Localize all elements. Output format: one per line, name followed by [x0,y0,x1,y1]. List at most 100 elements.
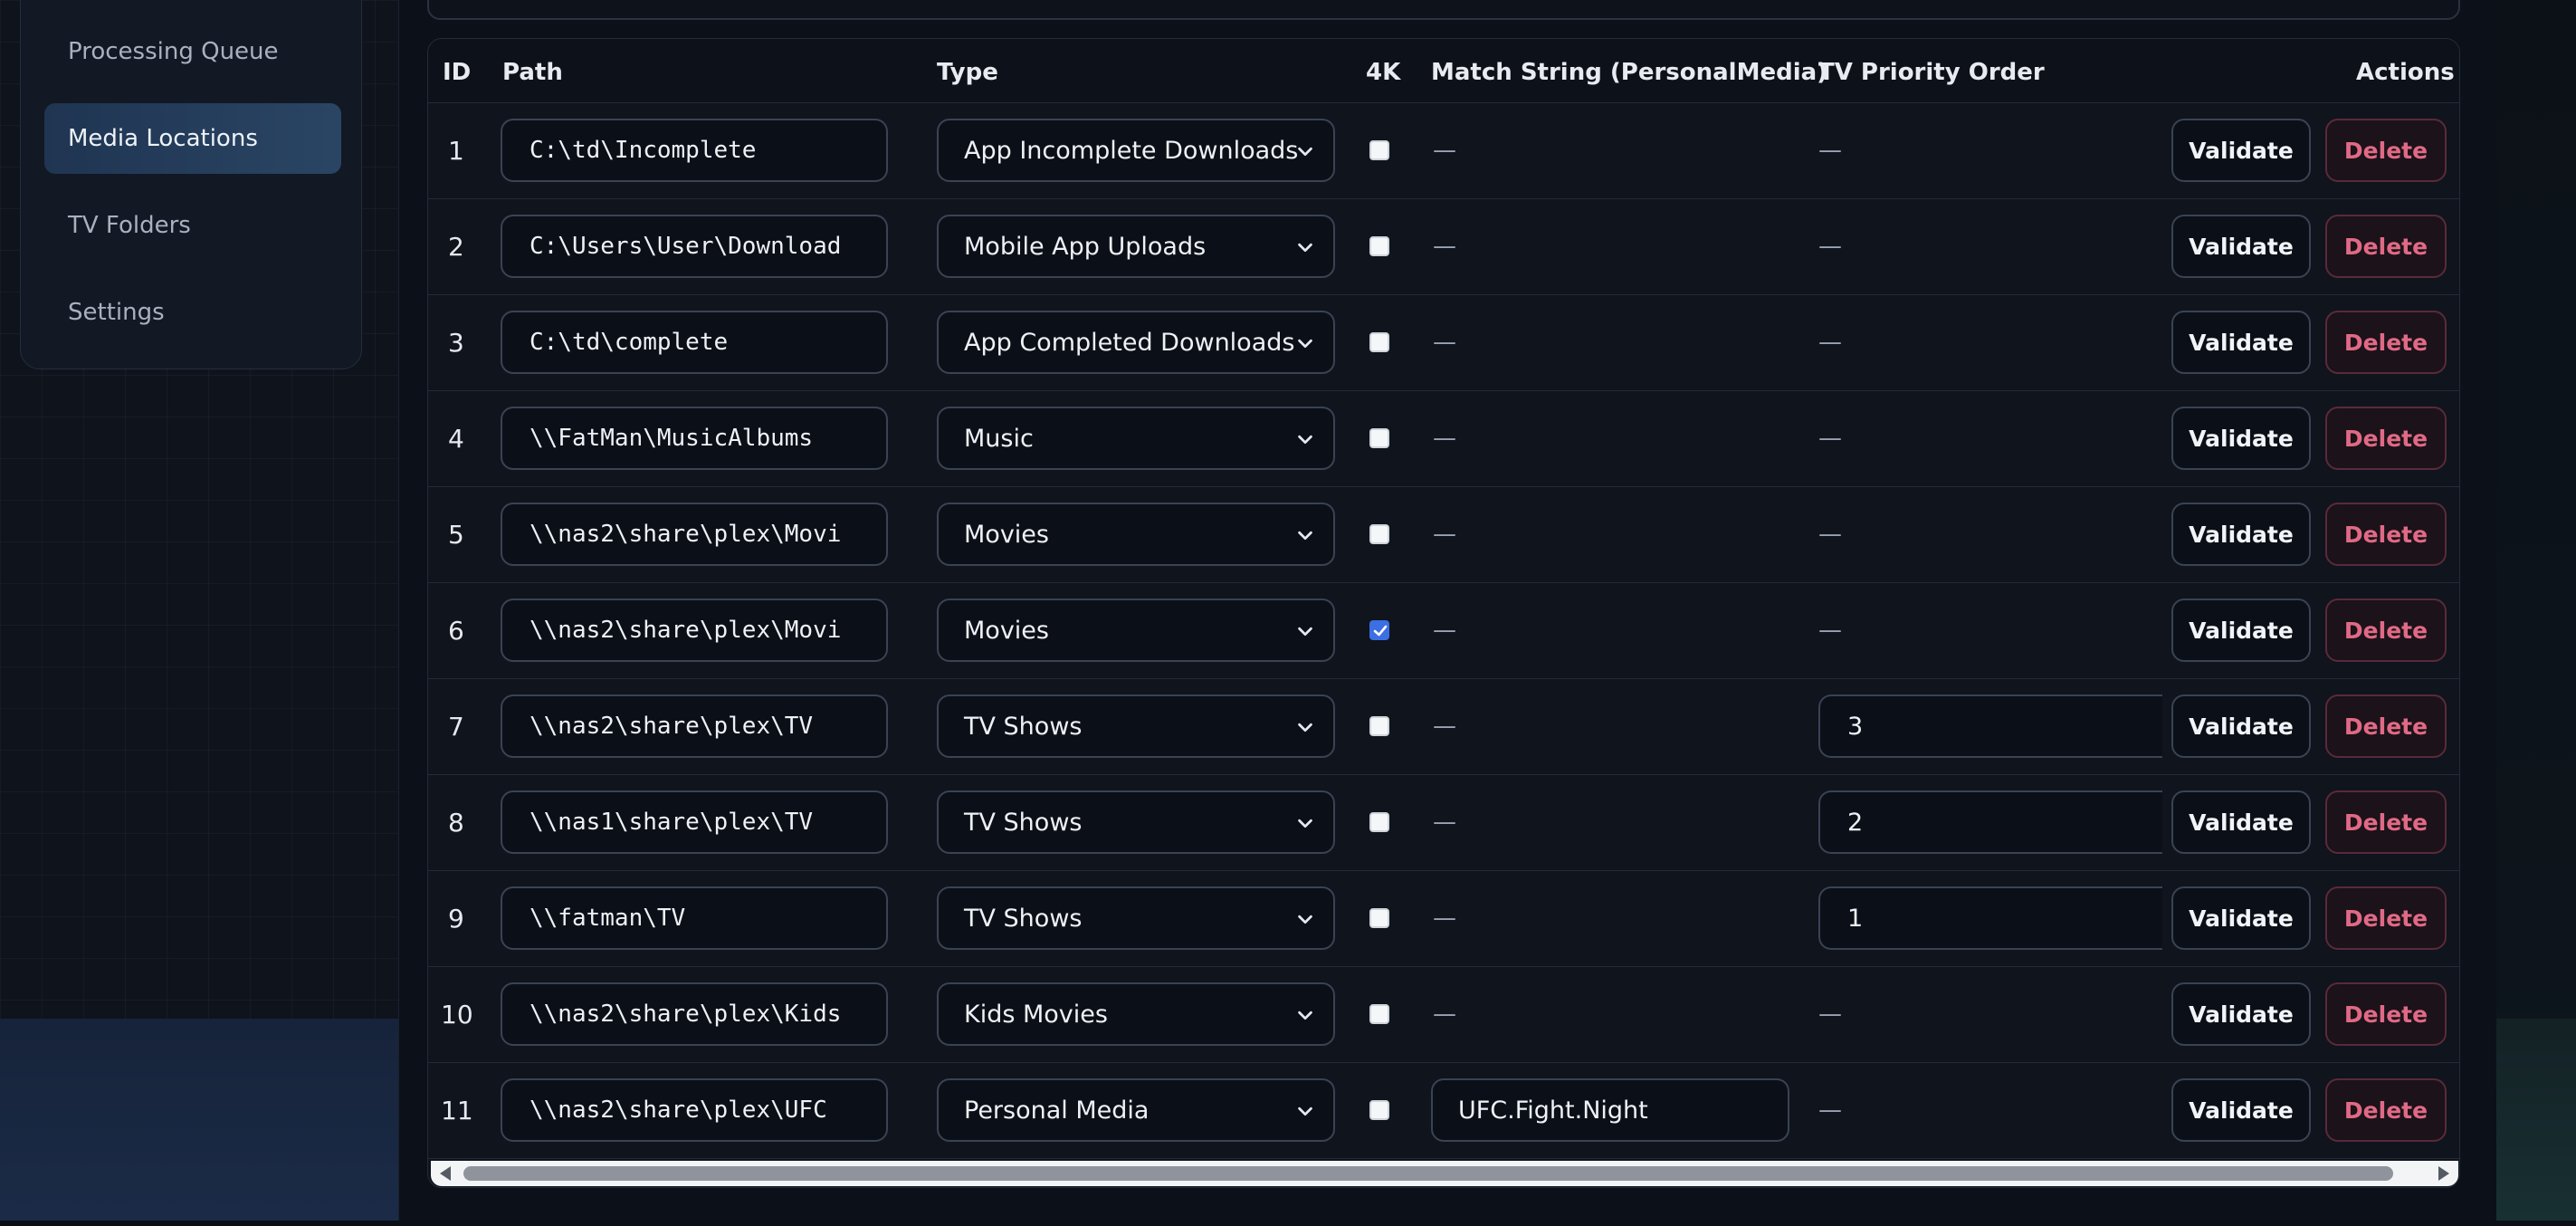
validate-label: Validate [2189,137,2294,164]
delete-button[interactable]: Delete [2325,1078,2447,1142]
type-select[interactable]: Movies [937,503,1335,566]
footer-tip [427,1208,1785,1226]
row-id: 10 [441,999,473,1030]
4k-checkbox[interactable] [1369,524,1389,544]
tv-priority-empty: — [1818,233,1842,260]
path-value: \\FatMan\MusicAlbums [530,425,814,452]
path-input[interactable]: C:\Users\User\Download [501,215,888,278]
type-select[interactable]: Kids Movies [937,982,1335,1046]
path-input[interactable]: \\fatman\TV [501,886,888,950]
type-select[interactable]: Personal Media [937,1078,1335,1142]
type-select[interactable]: Music [937,407,1335,470]
delete-button[interactable]: Delete [2325,694,2447,758]
delete-button[interactable]: Delete [2325,119,2447,182]
path-input[interactable]: \\nas1\share\plex\TV [501,790,888,854]
4k-checkbox[interactable] [1369,140,1389,160]
sidebar-item-processing-queue[interactable]: Processing Queue [44,16,341,87]
type-select[interactable]: App Completed Downloads [937,311,1335,374]
path-input[interactable]: \\FatMan\MusicAlbums [501,407,888,470]
header-match-string: Match String (PersonalMedia) [1431,59,1828,86]
path-input[interactable]: C:\td\complete [501,311,888,374]
delete-button[interactable]: Delete [2325,790,2447,854]
delete-button[interactable]: Delete [2325,503,2447,566]
validate-button[interactable]: Validate [2171,215,2311,278]
path-input[interactable]: \\nas2\share\plex\UFC [501,1078,888,1142]
type-select[interactable]: Mobile App Uploads [937,215,1335,278]
4k-checkbox[interactable] [1369,716,1389,736]
type-value: Movies [964,520,1049,549]
path-input[interactable]: \\nas2\share\plex\Movi [501,599,888,662]
4k-checkbox[interactable] [1369,620,1389,640]
table-row: 5 \\nas2\share\plex\Movi Movies — — Validate D… [428,486,2459,583]
validate-button[interactable]: Validate [2171,503,2311,566]
tv-priority-input[interactable]: 1 [1818,886,2162,950]
delete-button[interactable]: Delete [2325,311,2447,374]
validate-button[interactable]: Validate [2171,1078,2311,1142]
background-band-right [2496,1019,2576,1221]
scroll-right-icon[interactable] [2438,1166,2449,1181]
horizontal-scrollbar[interactable] [431,1161,2458,1186]
validate-label: Validate [2189,905,2294,932]
header-actions: Actions [2356,59,2455,86]
validate-button[interactable]: Validate [2171,886,2311,950]
delete-button[interactable]: Delete [2325,215,2447,278]
table-row: 3 C:\td\complete App Completed Downloads — —… [428,294,2459,391]
match-string-input[interactable]: UFC.Fight.Night [1431,1078,1789,1142]
chevron-down-icon [1298,627,1312,637]
header-path: Path [502,59,563,86]
table-row: 4 \\FatMan\MusicAlbums Music — — Validate Dele… [428,390,2459,487]
4k-checkbox[interactable] [1369,812,1389,832]
validate-button[interactable]: Validate [2171,599,2311,662]
delete-label: Delete [2343,1001,2428,1028]
validate-label: Validate [2189,1097,2294,1124]
scroll-left-icon[interactable] [440,1166,451,1181]
sidebar-item-media-locations[interactable]: Media Locations [44,103,341,174]
4k-checkbox[interactable] [1369,1100,1389,1120]
match-string-empty: — [1433,521,1456,548]
tv-priority-input[interactable]: 3 [1818,694,2162,758]
validate-label: Validate [2189,329,2294,356]
validate-button[interactable]: Validate [2171,407,2311,470]
tv-priority-empty: — [1818,329,1842,356]
path-input[interactable]: \\nas2\share\plex\TV [501,694,888,758]
validate-label: Validate [2189,1001,2294,1028]
4k-checkbox[interactable] [1369,1004,1389,1024]
4k-checkbox[interactable] [1369,332,1389,352]
delete-button[interactable]: Delete [2325,982,2447,1046]
type-select[interactable]: TV Shows [937,790,1335,854]
sidebar-item-tv-folders[interactable]: TV Folders [44,190,341,261]
delete-label: Delete [2343,713,2428,740]
match-string-value: UFC.Fight.Night [1458,1096,1648,1125]
type-select[interactable]: Movies [937,599,1335,662]
path-input[interactable]: C:\td\Incomplete [501,119,888,182]
type-value: TV Shows [964,808,1083,837]
top-input-box[interactable] [427,0,2460,20]
validate-button[interactable]: Validate [2171,119,2311,182]
validate-button[interactable]: Validate [2171,694,2311,758]
path-input[interactable]: \\nas2\share\plex\Movi [501,503,888,566]
sidebar-item-settings[interactable]: Settings [44,277,341,348]
sidebar-item-label: Settings [68,299,165,326]
4k-checkbox[interactable] [1369,908,1389,928]
type-value: App Completed Downloads [964,328,1295,357]
delete-label: Delete [2343,617,2428,644]
tv-priority-input[interactable]: 2 [1818,790,2162,854]
path-input[interactable]: \\nas2\share\plex\Kids [501,982,888,1046]
chevron-down-icon [1298,147,1312,157]
scrollbar-thumb[interactable] [463,1166,2393,1181]
4k-checkbox[interactable] [1369,236,1389,256]
validate-button[interactable]: Validate [2171,790,2311,854]
type-value: Personal Media [964,1096,1150,1125]
type-select[interactable]: App Incomplete Downloads [937,119,1335,182]
4k-checkbox[interactable] [1369,428,1389,448]
delete-button[interactable]: Delete [2325,599,2447,662]
delete-button[interactable]: Delete [2325,886,2447,950]
tv-priority-empty: — [1818,1001,1842,1028]
validate-button[interactable]: Validate [2171,311,2311,374]
type-select[interactable]: TV Shows [937,694,1335,758]
delete-button[interactable]: Delete [2325,407,2447,470]
validate-label: Validate [2189,425,2294,452]
type-select[interactable]: TV Shows [937,886,1335,950]
validate-button[interactable]: Validate [2171,982,2311,1046]
match-string-empty: — [1433,425,1456,452]
